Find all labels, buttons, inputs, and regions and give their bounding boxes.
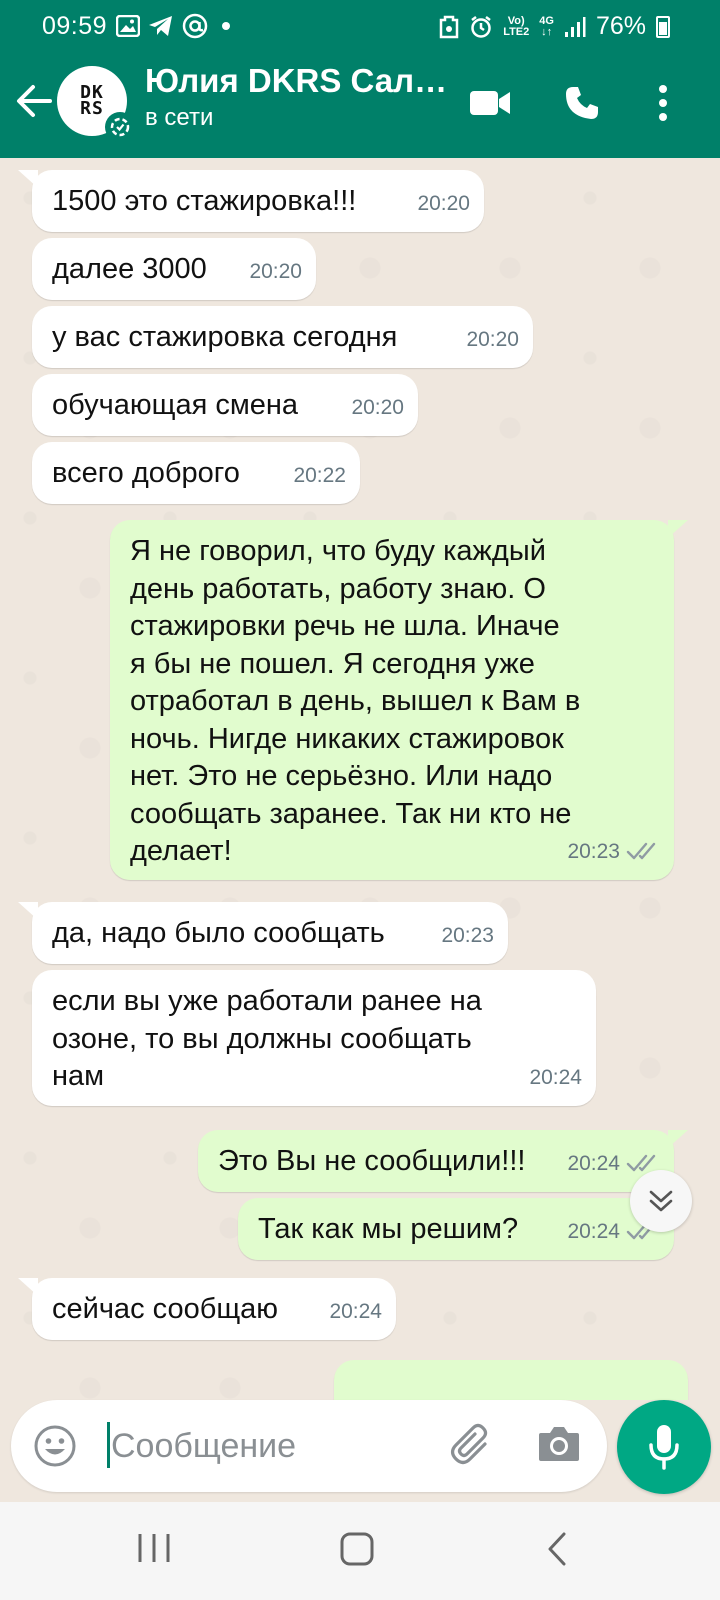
message-time: 20:20 — [249, 259, 302, 283]
more-vert-icon — [659, 85, 667, 121]
alarm-icon — [471, 15, 491, 38]
avatar-logo: DK RS — [80, 82, 104, 119]
double-check-icon — [626, 843, 656, 860]
message-text: если вы уже работали ранее на озоне, то … — [52, 985, 482, 1092]
message-text: сейчас сообщаю — [52, 1293, 279, 1325]
home-button[interactable] — [340, 1532, 374, 1566]
message-incoming[interactable]: у вас стажировка сегодня 20:20 — [32, 306, 533, 368]
message-text: обучающая смена — [52, 389, 299, 421]
system-navigation-bar — [0, 1502, 720, 1600]
4g-icon: 4G ↓↑ — [539, 14, 554, 38]
system-back-button[interactable] — [546, 1532, 568, 1566]
volte-icon: Vo) LTE2 — [503, 14, 530, 38]
voice-record-button[interactable] — [617, 1400, 711, 1494]
message-time: 20:24 — [567, 1151, 620, 1175]
recent-apps-button[interactable] — [136, 1532, 172, 1564]
battery-icon — [656, 15, 670, 38]
message-text: да, надо было сообщать — [52, 917, 385, 949]
camera-icon — [539, 1427, 579, 1461]
camera-button[interactable] — [537, 1424, 581, 1469]
message-time: 20:20 — [351, 395, 404, 419]
home-icon — [340, 1532, 374, 1566]
message-incoming[interactable]: 1500 это стажировка!!! 20:20 — [18, 170, 484, 232]
recent-apps-icon — [138, 1534, 170, 1562]
avatar[interactable]: DK RS — [57, 66, 135, 142]
message-text: всего доброго — [52, 457, 240, 489]
message-text: 1500 это стажировка!!! — [52, 185, 357, 217]
status-ring-icon — [105, 112, 135, 142]
message-time: 20:24 — [567, 1219, 620, 1243]
microphone-icon — [649, 1425, 679, 1470]
message-incoming[interactable]: да, надо было сообщать 20:23 — [18, 902, 508, 964]
message-incoming[interactable]: всего доброго 20:22 — [32, 442, 360, 504]
message-text: Это Вы не сообщили!!! — [218, 1145, 526, 1177]
message-input[interactable] — [111, 1418, 431, 1474]
status-time: 09:59 — [42, 12, 108, 40]
video-call-icon — [470, 91, 510, 115]
emoji-icon — [34, 1425, 76, 1467]
message-text: Я не говорил, что буду каждый день работ… — [130, 535, 581, 867]
gallery-icon — [116, 15, 140, 37]
system-icons: Vo) LTE2 4G ↓↑ 76% — [439, 12, 670, 41]
message-outgoing[interactable]: Так как мы решим? 20:24 — [238, 1198, 674, 1260]
message-incoming[interactable]: далее 3000 20:20 — [32, 238, 316, 300]
message-time: 20:24 — [329, 1299, 382, 1323]
attach-button[interactable] — [449, 1422, 495, 1473]
paperclip-icon — [450, 1423, 488, 1465]
system-back-icon — [548, 1532, 566, 1566]
data-saver-icon — [439, 15, 459, 38]
message-text: Так как мы решим? — [258, 1213, 519, 1245]
status-bar: 09:59 Vo) LTE2 4G ↓↑ 76% — [0, 0, 720, 52]
message-time: 20:22 — [293, 463, 346, 487]
message-incoming[interactable]: обучающая смена 20:20 — [32, 374, 418, 436]
notification-icons — [116, 13, 236, 39]
message-text: у вас стажировка сегодня — [52, 321, 398, 353]
presence-status: в сети — [145, 104, 214, 131]
signal-icon — [564, 16, 586, 37]
voice-call-button[interactable] — [562, 78, 602, 128]
message-text: далее 3000 — [52, 253, 207, 285]
contact-info[interactable]: Юлия DKRS Сал… в сети — [145, 62, 455, 132]
chat-header: DK RS Юлия DKRS Сал… в сети — [0, 52, 720, 158]
app-header-bar: 09:59 Vo) LTE2 4G ↓↑ 76% DK RS Юлия DKRS… — [0, 0, 720, 158]
double-chevron-down-icon — [649, 1190, 673, 1212]
telegram-icon — [149, 16, 172, 36]
message-time: 20:20 — [466, 327, 519, 351]
message-time: 20:24 — [529, 1065, 582, 1089]
message-time: 20:23 — [567, 839, 620, 863]
message-composer — [11, 1400, 607, 1492]
message-incoming[interactable]: сейчас сообщаю 20:24 — [18, 1278, 396, 1340]
text-cursor — [107, 1422, 110, 1468]
dot-icon — [222, 22, 230, 30]
video-call-button[interactable] — [466, 78, 514, 128]
emoji-button[interactable] — [33, 1424, 77, 1473]
back-arrow-icon — [17, 85, 52, 117]
contact-name: Юлия DKRS Сал… — [145, 62, 448, 99]
message-time: 20:20 — [417, 191, 470, 215]
scroll-to-bottom-button[interactable] — [630, 1170, 692, 1232]
message-outgoing[interactable]: Это Вы не сообщили!!! 20:24 — [198, 1130, 688, 1192]
message-incoming[interactable]: если вы уже работали ранее на озоне, то … — [32, 970, 596, 1106]
more-options-button[interactable] — [648, 78, 678, 128]
battery-percent: 76% — [595, 12, 646, 40]
message-outgoing-partial[interactable] — [334, 1360, 688, 1400]
phone-icon — [566, 87, 598, 119]
message-list[interactable]: 1500 это стажировка!!! 20:20 далее 3000 … — [0, 158, 720, 1400]
at-icon — [182, 13, 208, 39]
message-time: 20:23 — [441, 923, 494, 947]
back-button[interactable] — [14, 76, 54, 126]
message-outgoing[interactable]: Я не говорил, что буду каждый день работ… — [110, 520, 688, 880]
